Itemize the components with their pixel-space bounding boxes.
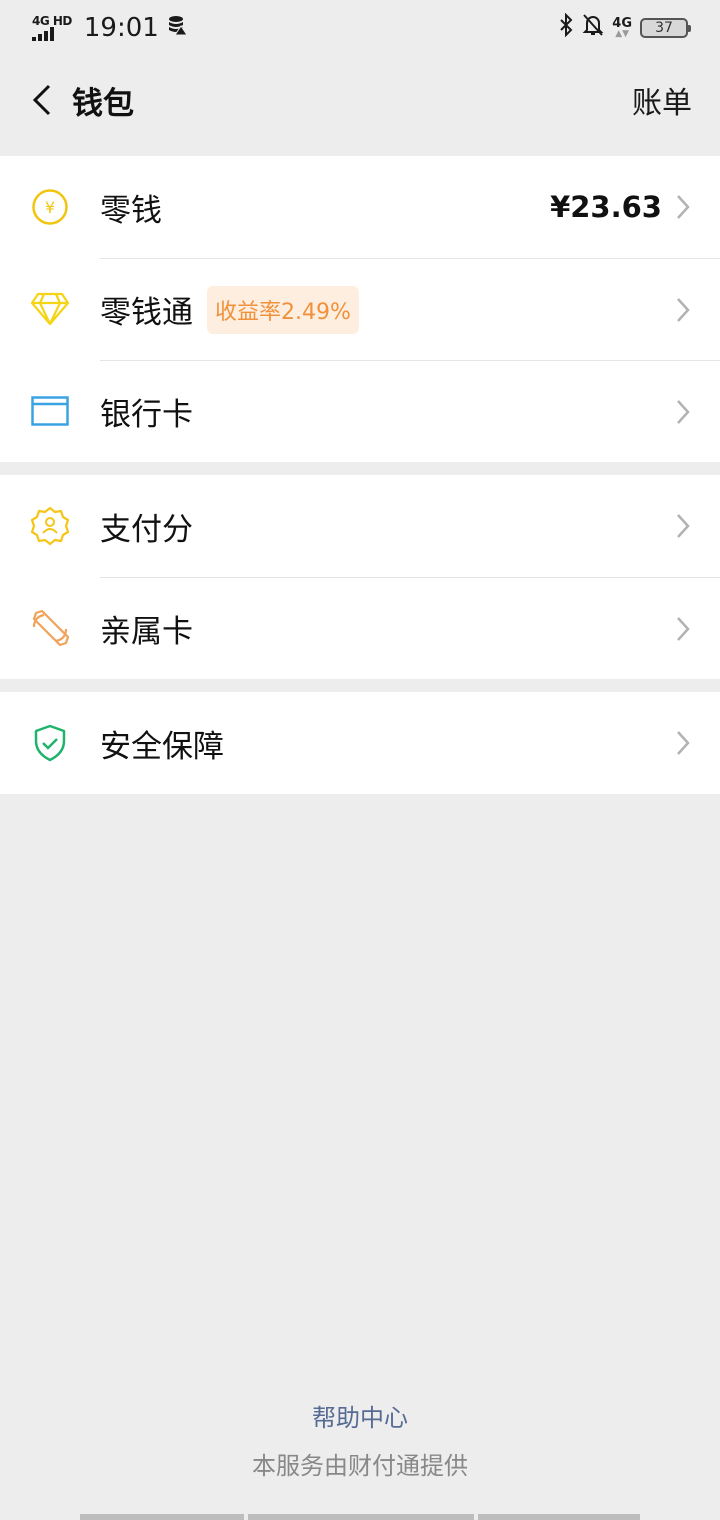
family-card-icon (32, 609, 70, 647)
row-licaitong[interactable]: 零钱通 收益率2.49% (0, 258, 720, 360)
chevron-right-icon (676, 729, 692, 757)
licaitong-label: 零钱通 (100, 295, 193, 331)
row-balance[interactable]: ¥ 零钱 ¥23.63 (0, 156, 720, 258)
row-bank-card[interactable]: 银行卡 (0, 360, 720, 462)
page-title: 钱包 (72, 85, 134, 122)
provider-note: 本服务由财付通提供 (252, 1452, 468, 1480)
svg-text:¥: ¥ (45, 198, 55, 217)
chevron-right-icon (676, 615, 692, 643)
system-nav-bar[interactable] (80, 1514, 640, 1520)
status-right: 4G ▲▼ 37 (558, 12, 691, 44)
bank-card-icon (31, 396, 69, 426)
signal-label: 4G HD (32, 14, 72, 28)
bluetooth-icon (558, 12, 574, 44)
family-card-label: 亲属卡 (100, 614, 193, 650)
battery-level: 37 (655, 20, 673, 36)
wallet-group-2: 支付分 亲属卡 (0, 475, 720, 679)
wallet-group-1: ¥ 零钱 ¥23.63 零钱通 收益率2.49% 银行卡 (0, 156, 720, 462)
chevron-right-icon (676, 296, 692, 324)
battery-icon: 37 (640, 18, 691, 38)
balance-value: ¥23.63 (550, 190, 662, 224)
bill-button[interactable]: 账单 (632, 78, 692, 122)
chevron-left-icon (32, 84, 51, 116)
nav-header: 钱包 账单 (0, 56, 720, 144)
status-bar: 4G HD 19:01 4G ▲▼ 37 (0, 0, 720, 56)
diamond-icon (30, 292, 70, 326)
help-center-link[interactable]: 帮助中心 (0, 1398, 720, 1433)
chevron-right-icon (676, 512, 692, 540)
back-button[interactable] (24, 80, 60, 120)
row-pay-score[interactable]: 支付分 (0, 475, 720, 577)
row-security[interactable]: 安全保障 (0, 692, 720, 794)
bank-card-label: 银行卡 (100, 397, 193, 433)
chevron-right-icon (676, 193, 692, 221)
row-family-card[interactable]: 亲属卡 (0, 577, 720, 679)
status-left: 4G HD 19:01 (32, 13, 189, 43)
coin-icon: ¥ (32, 189, 68, 225)
signal-icon: 4G HD (32, 15, 72, 41)
status-time: 19:01 (83, 13, 159, 43)
security-label: 安全保障 (100, 728, 224, 765)
yield-rate-badge: 收益率2.49% (207, 285, 359, 334)
chevron-right-icon (676, 398, 692, 426)
mute-bell-icon (582, 13, 604, 44)
shield-icon (34, 724, 66, 762)
balance-label: 零钱 (100, 192, 162, 229)
pay-score-icon (30, 506, 70, 546)
network-4g-icon: 4G ▲▼ (612, 16, 632, 39)
pay-score-label: 支付分 (100, 511, 193, 548)
data-saver-icon (167, 13, 189, 43)
wallet-group-3: 安全保障 (0, 692, 720, 794)
